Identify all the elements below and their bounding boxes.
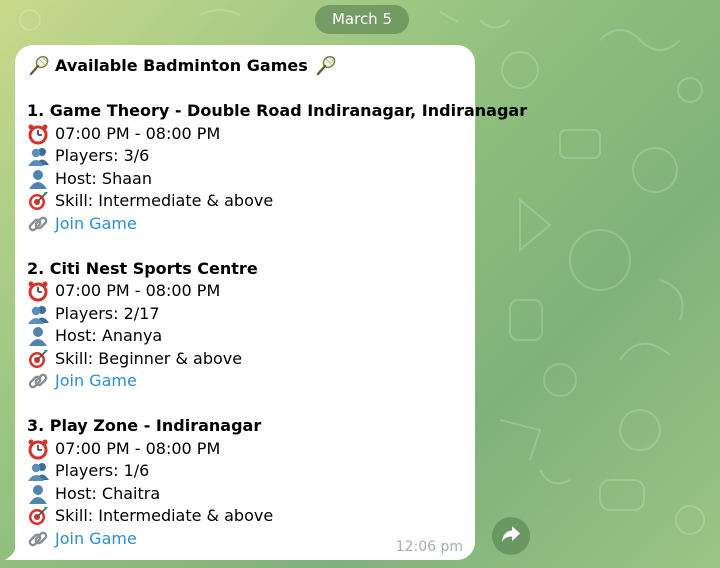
link-icon [27,370,51,392]
message-bubble[interactable]: Available Badminton Games 1. Game Theory… [15,45,528,560]
busts-in-silhouette-icon [27,145,51,167]
game-host-row: Host: Shaan [27,168,475,191]
game-skill: Skill: Intermediate & above [55,191,274,210]
game-heading: 1. Game Theory - Double Road Indiranagar… [27,101,528,120]
direct-hit-icon [27,348,51,370]
badminton-racket-icon [314,55,338,77]
game-skill-row: Skill: Intermediate & above [27,505,475,528]
share-button[interactable] [492,517,530,555]
game-heading: 2. Citi Nest Sports Centre [27,258,258,278]
game-time: 07:00 PM - 08:00 PM [55,438,221,458]
bust-in-silhouette-icon [27,325,51,347]
game-time-row: 07:00 PM - 08:00 PM [27,438,475,461]
message-timestamp: 12:06 pm [395,539,463,555]
game-time: 07:00 PM - 08:00 PM [55,281,221,300]
join-game-link[interactable]: Join Game [55,370,137,393]
share-arrow-icon [501,525,521,547]
game-time: 07:00 PM - 08:00 PM [55,123,221,143]
game-heading: 3. Play Zone - Indiranagar [27,416,262,435]
game-players-row: Players: 2/17 [27,303,475,326]
busts-in-silhouette-icon [27,303,51,325]
alarm-clock-icon [27,280,51,302]
join-game-link[interactable]: Join Game [55,528,137,551]
bust-in-silhouette-icon [27,168,51,190]
game-players: Players: 3/6 [55,146,150,165]
game-skill-row: Skill: Beginner & above [27,348,475,371]
bubble-tail [5,543,19,560]
game-skill-row: Skill: Intermediate & above [27,190,475,213]
join-game-link[interactable]: Join Game [55,213,137,236]
direct-hit-icon [27,505,51,527]
game-time-row: 07:00 PM - 08:00 PM [27,123,475,146]
game-host-row: Host: Chaitra [27,483,475,506]
game-players: Players: 2/17 [55,303,160,323]
game-skill: Skill: Beginner & above [55,348,243,368]
game-host: Host: Shaan [55,168,152,188]
game-players-row: Players: 1/6 [27,460,475,483]
message-title-row: Available Badminton Games [27,55,475,78]
game-players-row: Players: 3/6 [27,145,475,168]
link-icon [27,528,51,550]
message-title: Available Badminton Games [55,56,308,75]
game-list: 1. Game Theory - Double Road Indiranagar… [27,100,528,550]
game-item: 2. Citi Nest Sports Centre 07:00 PM - 08… [27,258,475,393]
game-item: 3. Play Zone - Indiranagar 07:00 PM - 08… [27,415,475,550]
alarm-clock-icon [27,438,51,460]
alarm-clock-icon [27,123,51,145]
game-item: 1. Game Theory - Double Road Indiranagar… [27,100,528,236]
game-time-row: 07:00 PM - 08:00 PM [27,280,475,303]
bust-in-silhouette-icon [27,483,51,505]
game-host: Host: Chaitra [55,483,161,503]
link-icon [27,213,51,235]
direct-hit-icon [27,190,51,212]
game-host: Host: Ananya [55,326,163,345]
game-skill: Skill: Intermediate & above [55,506,274,525]
date-separator: March 5 [315,5,409,34]
game-players: Players: 1/6 [55,461,150,480]
game-link-row: Join Game [27,370,475,393]
game-host-row: Host: Ananya [27,325,475,348]
badminton-racket-icon [27,55,51,77]
busts-in-silhouette-icon [27,460,51,482]
game-link-row: Join Game [27,213,475,236]
